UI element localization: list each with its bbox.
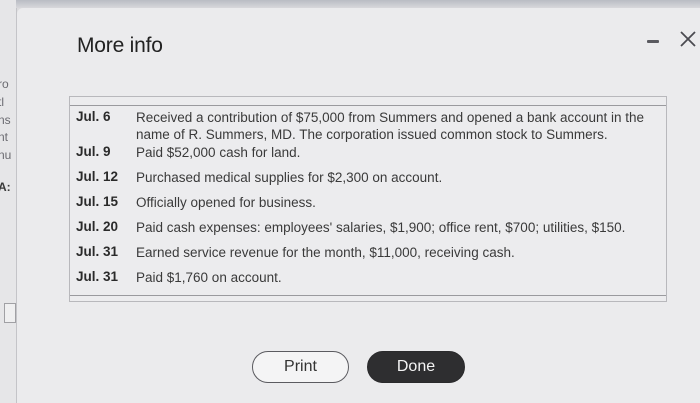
done-button[interactable]: Done <box>367 351 465 383</box>
background-text-fragment: ro <box>0 77 9 91</box>
close-icon[interactable] <box>679 30 697 48</box>
transaction-description: Officially opened for business. <box>136 195 316 210</box>
dialog-title: More info <box>77 34 163 57</box>
window-top-edge <box>16 0 700 8</box>
transaction-description: Purchased medical supplies for $2,300 on… <box>136 170 443 185</box>
background-page-edge: ro tl ns nt nu A: <box>0 0 17 403</box>
background-input-box <box>4 303 16 323</box>
transaction-date: Jul. 31 <box>76 244 119 259</box>
transaction-description: Received a contribution of $75,000 from … <box>136 110 645 142</box>
table-bottom-rule <box>70 295 666 296</box>
transaction-date: Jul. 6 <box>76 109 111 124</box>
background-text-fragment: ns <box>0 113 11 127</box>
transaction-date: Jul. 31 <box>76 269 119 284</box>
background-text-fragment: A: <box>0 180 11 194</box>
background-text-fragment: tl <box>0 95 4 109</box>
transaction-description: Earned service revenue for the month, $1… <box>136 245 515 260</box>
transaction-description: Paid $52,000 cash for land. <box>136 145 301 160</box>
more-info-dialog: More info Jul. 6 Received a contribution… <box>17 8 700 403</box>
background-text-fragment: nt <box>0 130 9 144</box>
minimize-icon[interactable] <box>647 32 661 48</box>
transaction-date: Jul. 12 <box>76 169 119 184</box>
transaction-date: Jul. 15 <box>76 194 119 209</box>
transaction-description: Paid $1,760 on account. <box>136 270 282 285</box>
print-button[interactable]: Print <box>252 351 349 383</box>
transaction-description: Paid cash expenses: employees' salaries,… <box>136 220 626 235</box>
transactions-table: Jul. 6 Received a contribution of $75,00… <box>69 96 667 302</box>
background-text-fragment: nu <box>0 148 12 162</box>
transaction-date: Jul. 9 <box>76 144 111 159</box>
table-top-rule <box>70 105 666 106</box>
transaction-date: Jul. 20 <box>76 219 119 234</box>
